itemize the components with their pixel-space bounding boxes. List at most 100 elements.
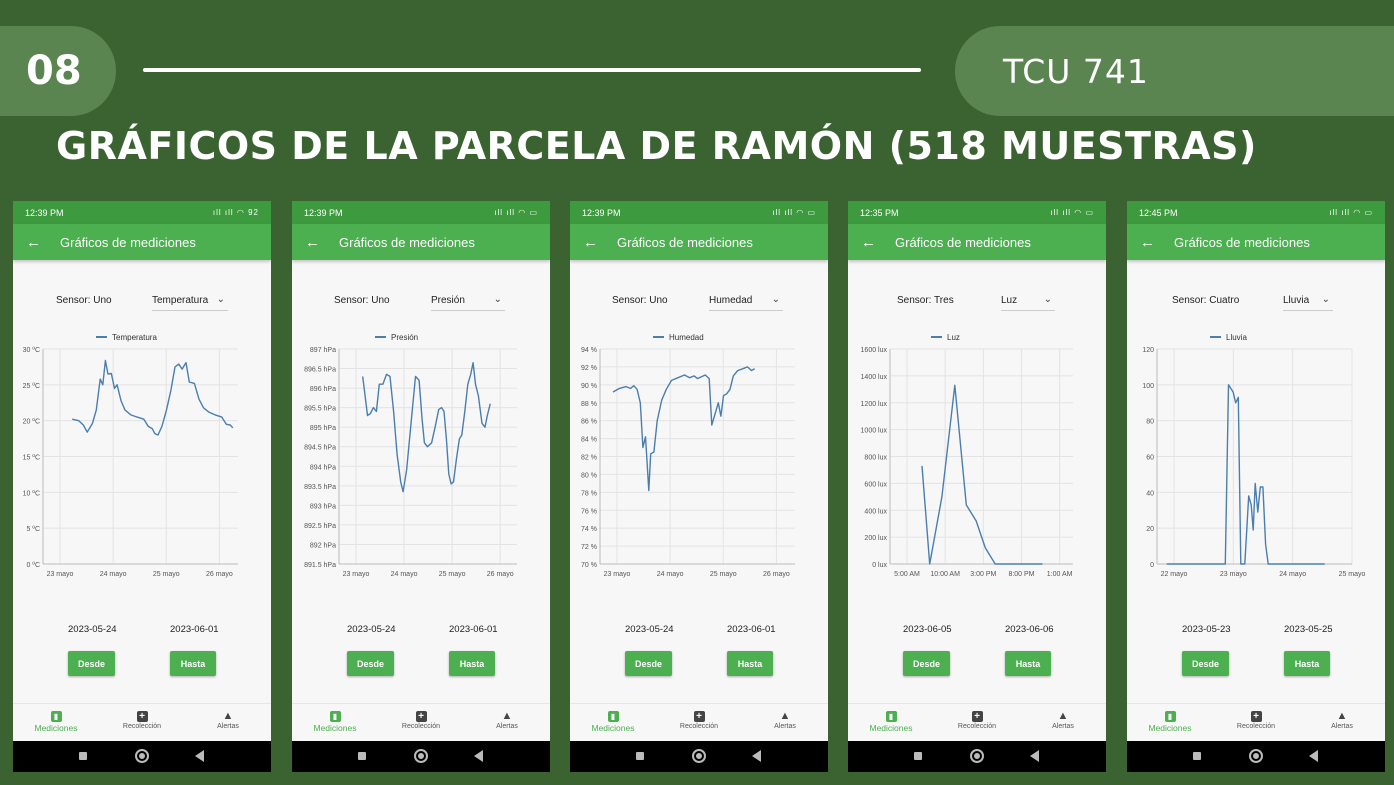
home-icon[interactable] bbox=[692, 749, 706, 763]
desde-button[interactable]: Desde bbox=[625, 651, 672, 676]
status-time: 12:39 PM bbox=[582, 207, 621, 218]
y-tick-label: 100 bbox=[1142, 383, 1154, 390]
nav-recoleccion[interactable]: + Recolección bbox=[656, 710, 742, 730]
nav-mediciones[interactable]: ▮ Mediciones bbox=[1127, 710, 1213, 733]
recents-icon[interactable] bbox=[79, 752, 87, 760]
nav-alertas[interactable]: ▲ Alertas bbox=[1020, 710, 1106, 730]
y-tick-label: 86 % bbox=[581, 419, 597, 426]
add-box-icon: + bbox=[971, 711, 983, 722]
nav-mediciones[interactable]: ▮ Mediciones bbox=[292, 710, 378, 733]
nav-alertas[interactable]: ▲ Alertas bbox=[1299, 710, 1385, 730]
nav-alertas[interactable]: ▲ Alertas bbox=[464, 710, 550, 730]
legend-label: Presión bbox=[391, 333, 418, 342]
hasta-button[interactable]: Hasta bbox=[449, 651, 495, 676]
back-nav-icon[interactable] bbox=[1309, 750, 1318, 762]
recents-icon[interactable] bbox=[1193, 752, 1201, 760]
back-nav-icon[interactable] bbox=[195, 750, 204, 762]
y-tick-label: 893.5 hPa bbox=[304, 484, 336, 491]
nav-alertas[interactable]: ▲ Alertas bbox=[185, 710, 271, 730]
back-nav-icon[interactable] bbox=[1030, 750, 1039, 762]
desde-button[interactable]: Desde bbox=[347, 651, 394, 676]
nav-recoleccion[interactable]: + Recolección bbox=[378, 710, 464, 730]
y-tick-label: 1400 lux bbox=[861, 374, 888, 381]
hasta-button[interactable]: Hasta bbox=[1005, 651, 1051, 676]
nav-label: Alertas bbox=[774, 723, 796, 730]
desde-button[interactable]: Desde bbox=[903, 651, 950, 676]
measurement-dropdown[interactable]: Humedad ⌄ bbox=[709, 293, 783, 311]
back-nav-icon[interactable] bbox=[752, 750, 761, 762]
series-line bbox=[1166, 384, 1325, 565]
y-tick-label: 80 bbox=[1146, 419, 1154, 426]
phone-screen: 12:39 PM ıll ıll ◠ ▭ ← Gráficos de medic… bbox=[570, 201, 828, 772]
nav-recoleccion[interactable]: + Recolección bbox=[99, 710, 185, 730]
back-arrow-icon[interactable]: ← bbox=[305, 234, 339, 251]
nav-label: Mediciones bbox=[313, 723, 357, 733]
alarm-icon: ▲ bbox=[1057, 710, 1069, 722]
desde-button[interactable]: Desde bbox=[68, 651, 115, 676]
recents-icon[interactable] bbox=[914, 752, 922, 760]
measurement-dropdown[interactable]: Luz ⌄ bbox=[1001, 293, 1055, 311]
hasta-button[interactable]: Hasta bbox=[170, 651, 216, 676]
measurement-dropdown[interactable]: Lluvia ⌄ bbox=[1283, 293, 1333, 311]
y-tick-label: 894 hPa bbox=[310, 464, 336, 471]
measurement-selected: Presión bbox=[431, 295, 465, 306]
y-tick-label: 10 ºC bbox=[23, 490, 40, 497]
back-arrow-icon[interactable]: ← bbox=[26, 234, 60, 251]
home-icon[interactable] bbox=[970, 749, 984, 763]
bottom-nav: ▮ Mediciones + Recolección ▲ Alertas bbox=[570, 703, 828, 741]
hasta-button[interactable]: Hasta bbox=[1284, 651, 1330, 676]
x-tick-label: 3:00 PM bbox=[970, 571, 996, 578]
nav-mediciones[interactable]: ▮ Mediciones bbox=[848, 710, 934, 733]
hasta-button[interactable]: Hasta bbox=[727, 651, 773, 676]
status-time: 12:39 PM bbox=[304, 207, 343, 218]
home-icon[interactable] bbox=[135, 749, 149, 763]
measurement-dropdown[interactable]: Presión ⌄ bbox=[431, 293, 505, 311]
x-tick-label: 23 mayo bbox=[47, 571, 74, 578]
y-tick-label: 74 % bbox=[581, 526, 597, 533]
bar-chart-icon: ▮ bbox=[50, 711, 62, 722]
x-tick-label: 24 mayo bbox=[391, 571, 418, 578]
app-bar: ← Gráficos de mediciones bbox=[570, 224, 828, 260]
alarm-icon: ▲ bbox=[501, 710, 513, 722]
date-from: 2023-06-05 bbox=[903, 624, 952, 635]
y-tick-label: 15 ºC bbox=[23, 455, 40, 462]
phone-screen: 12:45 PM ıll ıll ◠ ▭ ← Gráficos de medic… bbox=[1127, 201, 1385, 772]
nav-mediciones[interactable]: ▮ Mediciones bbox=[570, 710, 656, 733]
y-tick-label: 892.5 hPa bbox=[304, 523, 336, 530]
back-arrow-icon[interactable]: ← bbox=[583, 234, 617, 251]
line-chart: Lluvia 0 20 40 60 80 100 120 22 mayo 23 mayo 24 ma… bbox=[1142, 333, 1365, 578]
alarm-icon: ▲ bbox=[779, 710, 791, 722]
nav-alertas[interactable]: ▲ Alertas bbox=[742, 710, 828, 730]
y-tick-label: 896.5 hPa bbox=[304, 367, 336, 374]
x-tick-label: 1:00 AM bbox=[1047, 571, 1073, 578]
x-tick-label: 25 mayo bbox=[710, 571, 737, 578]
sensor-label: Sensor: Uno bbox=[612, 295, 668, 306]
x-tick-label: 25 mayo bbox=[153, 571, 180, 578]
nav-mediciones[interactable]: ▮ Mediciones bbox=[13, 710, 99, 733]
recents-icon[interactable] bbox=[636, 752, 644, 760]
y-tick-label: 80 % bbox=[581, 472, 597, 479]
home-icon[interactable] bbox=[1249, 749, 1263, 763]
y-tick-label: 894.5 hPa bbox=[304, 445, 336, 452]
status-time: 12:35 PM bbox=[860, 207, 899, 218]
y-tick-label: 92 % bbox=[581, 365, 597, 372]
nav-recoleccion[interactable]: + Recolección bbox=[934, 710, 1020, 730]
y-tick-label: 896 hPa bbox=[310, 386, 336, 393]
nav-recoleccion[interactable]: + Recolección bbox=[1213, 710, 1299, 730]
y-tick-label: 20 bbox=[1146, 526, 1154, 533]
y-tick-label: 30 ºC bbox=[23, 347, 40, 354]
measurement-dropdown[interactable]: Temperatura ⌄ bbox=[152, 293, 228, 311]
add-box-icon: + bbox=[1250, 711, 1262, 722]
back-arrow-icon[interactable]: ← bbox=[1140, 234, 1174, 251]
back-arrow-icon[interactable]: ← bbox=[861, 234, 895, 251]
course-pill: TCU 741 bbox=[955, 26, 1394, 116]
x-tick-label: 10:00 AM bbox=[930, 571, 960, 578]
add-box-icon: + bbox=[136, 711, 148, 722]
desde-button[interactable]: Desde bbox=[1182, 651, 1229, 676]
y-tick-label: 895 hPa bbox=[310, 425, 336, 432]
back-nav-icon[interactable] bbox=[474, 750, 483, 762]
recents-icon[interactable] bbox=[358, 752, 366, 760]
app-title: Gráficos de mediciones bbox=[1174, 234, 1310, 250]
y-tick-label: 94 % bbox=[581, 347, 597, 354]
home-icon[interactable] bbox=[414, 749, 428, 763]
